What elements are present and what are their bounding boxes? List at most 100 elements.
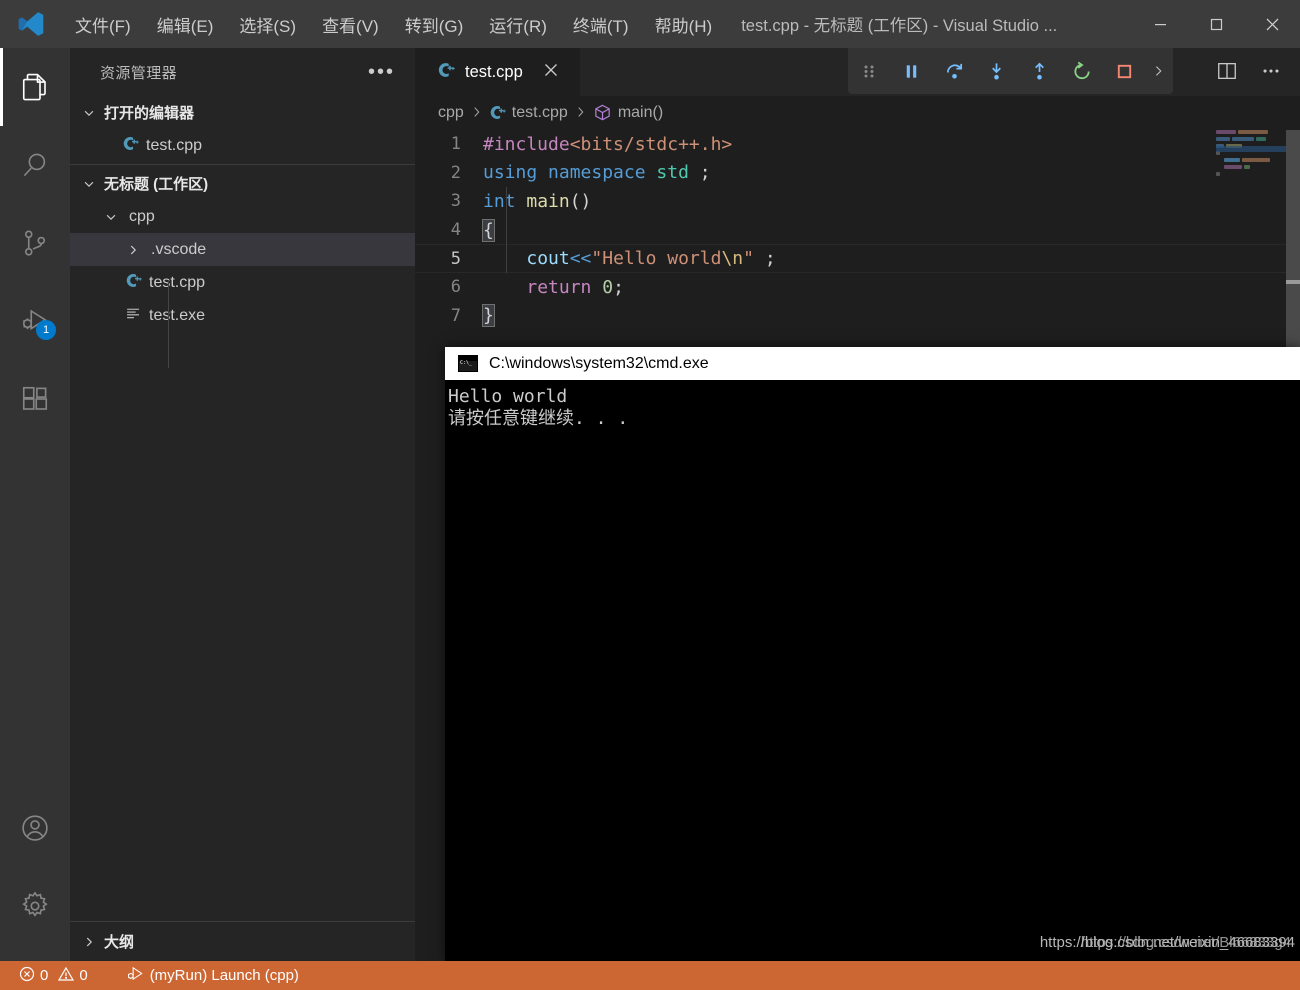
minimize-icon[interactable] [1132, 0, 1188, 48]
breadcrumb-folder-label: cpp [438, 104, 464, 122]
open-editor-test-cpp[interactable]: test.cpp [70, 129, 415, 162]
breadcrumb-file[interactable]: test.cpp [489, 104, 568, 123]
tab-bar: test.cpp [415, 48, 1300, 96]
folder-cpp[interactable]: cpp [70, 200, 415, 233]
activity-source-control[interactable] [0, 204, 70, 282]
line-content: #include<bits/stdc++.h> [483, 134, 732, 155]
line-number: 2 [415, 163, 483, 183]
breadcrumb: cpp test.cpp [415, 96, 1300, 130]
activity-settings[interactable] [0, 867, 70, 945]
debug-launch-icon [126, 965, 145, 986]
chevron-right-icon [78, 935, 100, 949]
sidebar-divider [70, 164, 415, 165]
tab-test-cpp[interactable]: test.cpp [415, 48, 580, 96]
cmd-console-icon: C:\_ [458, 355, 478, 372]
menu-run[interactable]: 运行(R) [476, 8, 560, 41]
breadcrumb-separator [575, 105, 586, 122]
section-open-editors[interactable]: 打开的编辑器 [70, 96, 415, 129]
outline-label: 大纲 [104, 931, 134, 952]
menu-view[interactable]: 查看(V) [309, 8, 392, 41]
tree-indent-guide [168, 280, 169, 368]
debug-badge: 1 [36, 320, 56, 340]
open-editor-label: test.cpp [146, 137, 202, 155]
cpp-file-icon [122, 135, 139, 157]
tab-label: test.cpp [465, 63, 523, 82]
cmd-title-label: C:\windows\system32\cmd.exe [489, 355, 709, 373]
line-number: 1 [415, 134, 483, 154]
drag-handle-dots-icon[interactable] [848, 48, 891, 94]
debug-step-out-button[interactable] [1018, 48, 1061, 94]
folder-cpp-label: cpp [129, 208, 155, 226]
ellipsis-icon[interactable] [1252, 48, 1290, 94]
symbol-method-icon [593, 103, 612, 123]
debug-toolbar [848, 48, 1173, 94]
menu-edit[interactable]: 编辑(E) [144, 8, 227, 41]
activity-extensions[interactable] [0, 360, 70, 438]
ellipsis-icon[interactable]: ••• [368, 67, 395, 77]
activity-bar: 1 [0, 48, 70, 961]
debug-config-label: (myRun) Launch (cpp) [150, 967, 299, 984]
file-test-exe[interactable]: test.exe [70, 299, 415, 332]
cmd-title-bar: C:\_ C:\windows\system32\cmd.exe [445, 347, 1300, 380]
folder-vscode[interactable]: .vscode [70, 233, 415, 266]
activity-accounts[interactable] [0, 789, 70, 867]
line-content: cout<<"Hello world\n" ; [483, 248, 776, 269]
window-title: test.cpp - 无标题 (工作区) - Visual Studio ... [741, 12, 1057, 36]
indent-guide [506, 187, 507, 273]
status-bar: 0 0 (myRun) Launch (cpp) [0, 961, 1300, 990]
section-outline[interactable]: 大纲 [70, 921, 415, 961]
code-line-1: 1 #include<bits/stdc++.h> [415, 130, 1300, 159]
warning-count: 0 [79, 967, 87, 984]
menu-file[interactable]: 文件(F) [62, 8, 144, 41]
exe-file-icon [125, 305, 142, 327]
sidebar-title: 资源管理器 [100, 62, 177, 83]
cpp-file-icon [125, 272, 142, 294]
menu-help[interactable]: 帮助(H) [642, 8, 726, 41]
line-number: 6 [415, 277, 483, 297]
debug-restart-button[interactable] [1061, 48, 1104, 94]
menu-selection[interactable]: 选择(S) [226, 8, 309, 41]
activity-search[interactable] [0, 126, 70, 204]
debug-step-into-button[interactable] [976, 48, 1019, 94]
line-number: 5 [415, 249, 483, 269]
status-debug-config[interactable]: (myRun) Launch (cpp) [119, 961, 306, 990]
scrollbar-thumb[interactable] [1286, 280, 1300, 284]
error-circle-icon [19, 966, 35, 986]
maximize-icon[interactable] [1188, 0, 1244, 48]
breadcrumb-symbol[interactable]: main() [593, 103, 663, 123]
window-controls [1132, 0, 1300, 48]
code-line-5: 5 cout<<"Hello world\n" ; [415, 244, 1300, 273]
debug-step-over-button[interactable] [933, 48, 976, 94]
breadcrumb-folder[interactable]: cpp [438, 104, 464, 122]
menu-bar: 文件(F) 编辑(E) 选择(S) 查看(V) 转到(G) 运行(R) 终端(T… [62, 8, 725, 41]
debug-pause-button[interactable] [891, 48, 934, 94]
folder-vscode-label: .vscode [151, 241, 206, 259]
code-editor[interactable]: 1 #include<bits/stdc++.h> 2 using namesp… [415, 130, 1300, 380]
section-workspace[interactable]: 无标题 (工作区) [70, 167, 415, 200]
code-line-7: 7 } [415, 302, 1300, 331]
section-workspace-label: 无标题 (工作区) [104, 173, 208, 194]
menu-go[interactable]: 转到(G) [392, 8, 477, 41]
status-problems[interactable]: 0 0 [12, 961, 95, 990]
breadcrumb-separator [471, 105, 482, 122]
vscode-window: 文件(F) 编辑(E) 选择(S) 查看(V) 转到(G) 运行(R) 终端(T… [0, 0, 1300, 990]
code-line-6: 6 return 0; [415, 273, 1300, 302]
breadcrumb-symbol-label: main() [618, 104, 663, 122]
menu-terminal[interactable]: 终端(T) [560, 8, 642, 41]
cmd-window[interactable]: C:\_ C:\windows\system32\cmd.exe Hello w… [445, 347, 1300, 961]
close-icon[interactable] [1244, 0, 1300, 48]
chevron-right-icon[interactable] [1146, 48, 1173, 94]
code-line-3: 3 int main() [415, 187, 1300, 216]
chevron-right-icon [122, 243, 144, 257]
close-icon[interactable] [543, 62, 559, 84]
line-content: { [483, 220, 494, 241]
file-test-cpp[interactable]: test.cpp [70, 266, 415, 299]
chevron-down-icon [100, 210, 122, 224]
activity-explorer[interactable] [0, 48, 70, 126]
line-content: using namespace std ; [483, 162, 711, 183]
debug-stop-button[interactable] [1103, 48, 1146, 94]
line-number: 3 [415, 191, 483, 211]
activity-run-debug[interactable]: 1 [0, 282, 70, 360]
file-test-cpp-label: test.cpp [149, 274, 205, 292]
split-editor-icon[interactable] [1208, 48, 1246, 94]
